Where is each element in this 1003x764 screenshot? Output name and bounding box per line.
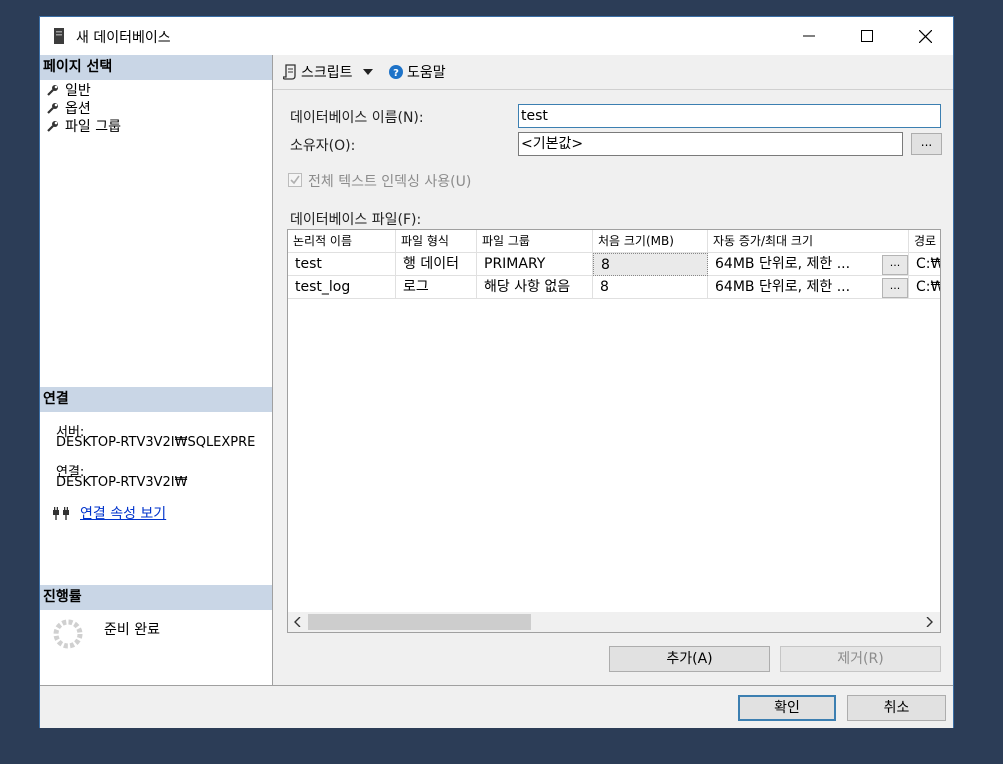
- nav-item-general[interactable]: 일반: [46, 81, 91, 99]
- column-header[interactable]: 파일 형식: [396, 230, 477, 253]
- grid-cell[interactable]: 해당 사항 없음: [477, 276, 593, 299]
- title-bar: 새 데이터베이스: [40, 17, 953, 56]
- scrollbar-thumb[interactable]: [308, 614, 531, 630]
- grid-cell[interactable]: C:₩: [909, 276, 940, 299]
- owner-browse-button[interactable]: ...: [911, 133, 942, 155]
- dialog-footer: 확인 취소: [40, 685, 953, 728]
- column-header[interactable]: 처음 크기(MB): [593, 230, 708, 253]
- general-page: 데이터베이스 이름(N): test 소유자(O): <기본값> ... 전체 …: [273, 90, 953, 685]
- script-icon: [283, 64, 296, 80]
- grid-cell[interactable]: 8: [593, 253, 708, 276]
- grid-cell[interactable]: 로그: [396, 276, 477, 299]
- ok-button[interactable]: 확인: [738, 695, 836, 721]
- close-icon: [918, 29, 932, 43]
- close-button[interactable]: [896, 17, 954, 55]
- grid-cell[interactable]: C:₩: [909, 253, 940, 276]
- column-header[interactable]: 경로: [909, 230, 940, 253]
- wrench-icon: [47, 102, 58, 114]
- remove-button[interactable]: 제거(R): [780, 646, 941, 672]
- nav-item-options[interactable]: 옵션: [46, 99, 91, 117]
- fulltext-label: 전체 텍스트 인덱싱 사용(U): [308, 174, 472, 190]
- connection-value: DESKTOP-RTV3V2I₩: [56, 475, 188, 490]
- progress-spinner-icon: [53, 619, 83, 649]
- grid-cell[interactable]: test_log: [288, 276, 396, 299]
- help-icon: ?: [389, 65, 403, 79]
- wrench-icon: [47, 120, 58, 132]
- left-pane: 페이지 선택 일반 옵션 파일 그룹 연결 서버: DESKTOP-RTV3V2…: [40, 55, 273, 685]
- nav-item-label: 옵션: [65, 101, 91, 117]
- grid-cell[interactable]: PRIMARY: [477, 253, 593, 276]
- autogrowth-browse-button[interactable]: ...: [882, 255, 908, 275]
- toolbar: 스크립트 ? 도움말: [273, 55, 953, 90]
- checkmark-icon: [290, 175, 300, 185]
- owner-label: 소유자(O):: [290, 138, 356, 154]
- grid-cell[interactable]: 행 데이터: [396, 253, 477, 276]
- db-name-label: 데이터베이스 이름(N):: [290, 110, 424, 126]
- progress-header: 진행률: [40, 585, 272, 610]
- view-connection-properties[interactable]: 연결 속성 보기: [52, 503, 166, 523]
- fulltext-checkbox[interactable]: [288, 173, 302, 187]
- page-select-header: 페이지 선택: [40, 55, 272, 80]
- minimize-button[interactable]: [780, 17, 838, 55]
- database-server-icon: [54, 28, 64, 44]
- progress-status: 준비 완료: [104, 622, 160, 638]
- db-name-input[interactable]: test: [518, 104, 941, 128]
- chevron-right-icon[interactable]: [926, 617, 934, 627]
- maximize-icon: [861, 30, 873, 42]
- nav-item-label: 파일 그룹: [65, 119, 121, 135]
- minimize-icon: [803, 35, 815, 37]
- chevron-left-icon[interactable]: [293, 617, 301, 627]
- horizontal-scrollbar[interactable]: [288, 612, 940, 632]
- db-files-label: 데이터베이스 파일(F):: [290, 212, 422, 228]
- nav-item-filegroups[interactable]: 파일 그룹: [46, 117, 121, 135]
- database-files-grid: 논리적 이름 파일 형식 파일 그룹 처음 크기(MB) 자동 증가/최대 크기…: [287, 229, 941, 633]
- column-header[interactable]: 파일 그룹: [477, 230, 593, 253]
- svg-text:?: ?: [393, 68, 399, 79]
- script-button[interactable]: 스크립트: [283, 62, 373, 82]
- help-label: 도움말: [407, 65, 446, 81]
- maximize-button[interactable]: [838, 17, 896, 55]
- connection-header: 연결: [40, 387, 272, 412]
- nav-item-label: 일반: [65, 83, 91, 99]
- view-connection-link[interactable]: 연결 속성 보기: [80, 503, 166, 523]
- plug-icon: [53, 507, 69, 520]
- grid-cell[interactable]: 64MB 단위로, 제한 ...: [708, 276, 909, 299]
- window-title: 새 데이터베이스: [76, 30, 171, 46]
- grid-cell[interactable]: 64MB 단위로, 제한 ...: [708, 253, 909, 276]
- grid-cell[interactable]: 8: [593, 276, 708, 299]
- autogrowth-browse-button[interactable]: ...: [882, 278, 908, 298]
- server-value: DESKTOP-RTV3V2I₩SQLEXPRE: [56, 435, 256, 450]
- help-button[interactable]: ? 도움말: [389, 62, 446, 82]
- chevron-down-icon: [362, 69, 373, 75]
- wrench-icon: [47, 84, 58, 96]
- column-header[interactable]: 자동 증가/최대 크기: [708, 230, 909, 253]
- column-header[interactable]: 논리적 이름: [288, 230, 396, 253]
- new-database-dialog: 새 데이터베이스 페이지 선택 일반 옵션 파일 그룹 연결 서버: DESKT…: [39, 16, 954, 728]
- script-label: 스크립트: [301, 65, 353, 81]
- cancel-button[interactable]: 취소: [847, 695, 946, 721]
- owner-input[interactable]: <기본값>: [518, 132, 903, 156]
- grid-cell[interactable]: test: [288, 253, 396, 276]
- add-button[interactable]: 추가(A): [609, 646, 770, 672]
